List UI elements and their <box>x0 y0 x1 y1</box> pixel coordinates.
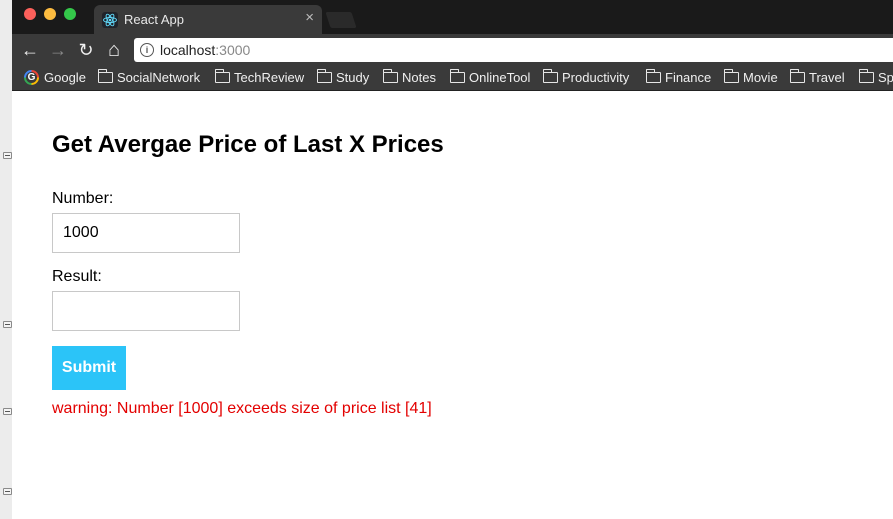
folder-icon <box>723 69 739 83</box>
bookmark-sp[interactable]: Sp <box>858 69 893 86</box>
google-icon <box>24 70 39 85</box>
url-host: localhost <box>160 42 216 58</box>
bookmark-onlinetool[interactable]: OnlineTool <box>449 69 531 86</box>
react-logo-icon <box>102 12 118 28</box>
number-input[interactable] <box>52 213 240 253</box>
folder-icon <box>382 69 398 83</box>
browser-tab[interactable]: React App × <box>94 5 322 34</box>
reload-icon[interactable]: ↻ <box>76 40 96 60</box>
bookmark-label: Sp <box>878 70 893 85</box>
bookmark-label: Notes <box>402 70 436 85</box>
folder-icon <box>542 69 558 83</box>
url-port: :3000 <box>215 42 251 58</box>
bookmark-label: OnlineTool <box>469 70 531 85</box>
bookmark-label: Google <box>44 70 86 85</box>
back-arrow-icon[interactable]: ← <box>20 40 40 60</box>
submit-button[interactable]: Submit <box>52 346 126 390</box>
page-title: Get Avergae Price of Last X Prices <box>52 131 444 158</box>
bookmark-label: Study <box>336 70 370 85</box>
bookmark-label: Movie <box>743 70 778 85</box>
bookmark-movie[interactable]: Movie <box>723 69 778 86</box>
new-tab-button[interactable] <box>325 12 357 28</box>
zoom-window-button[interactable] <box>64 8 76 20</box>
url-text: localhost:3000 <box>160 42 250 58</box>
minimize-window-button[interactable] <box>44 8 56 20</box>
folder-icon <box>645 69 661 83</box>
bookmark-label: SocialNetwork <box>117 70 201 85</box>
bookmarks-bar: Google SocialNetwork TechReview Study No… <box>12 66 893 91</box>
folder-icon <box>316 69 332 83</box>
bookmark-google[interactable]: Google <box>24 70 86 86</box>
home-icon[interactable]: ⌂ <box>104 40 124 60</box>
bookmark-productivity[interactable]: Productivity <box>542 69 630 86</box>
folder-icon <box>858 69 874 83</box>
address-bar[interactable]: i localhost:3000 <box>134 38 893 62</box>
bookmark-finance[interactable]: Finance <box>645 69 712 86</box>
info-icon[interactable]: i <box>140 43 154 57</box>
result-input[interactable] <box>52 291 240 331</box>
collapse-icon <box>3 152 12 159</box>
bookmark-label: Travel <box>809 70 845 85</box>
folder-icon <box>214 69 230 83</box>
bookmark-label: Productivity <box>562 70 630 85</box>
title-bar: React App × <box>12 0 893 34</box>
bookmark-notes[interactable]: Notes <box>382 69 436 86</box>
tab-close-icon[interactable]: × <box>305 10 314 26</box>
close-window-button[interactable] <box>24 8 36 20</box>
forward-arrow-icon[interactable]: → <box>48 40 68 60</box>
bookmark-socialnetwork[interactable]: SocialNetwork <box>97 69 201 86</box>
number-label: Number: <box>52 190 114 207</box>
collapse-icon <box>3 321 12 328</box>
browser-window: React App × ← → ↻ ⌂ i localhost:3000 Goo… <box>12 0 893 519</box>
tab-title: React App <box>124 12 184 27</box>
bookmark-label: Finance <box>665 70 712 85</box>
folder-icon <box>97 69 113 83</box>
page-content: Get Avergae Price of Last X Prices Numbe… <box>12 91 893 519</box>
folder-icon <box>789 69 805 83</box>
bookmark-travel[interactable]: Travel <box>789 69 845 86</box>
bookmark-techreview[interactable]: TechReview <box>214 69 305 86</box>
bookmark-label: TechReview <box>234 70 305 85</box>
collapse-icon <box>3 408 12 415</box>
folder-icon <box>449 69 465 83</box>
collapse-icon <box>3 488 12 495</box>
warning-message: warning: Number [1000] exceeds size of p… <box>52 400 432 417</box>
result-label: Result: <box>52 268 102 285</box>
bookmark-study[interactable]: Study <box>316 69 370 86</box>
browser-toolbar: ← → ↻ ⌂ i localhost:3000 <box>12 34 893 66</box>
